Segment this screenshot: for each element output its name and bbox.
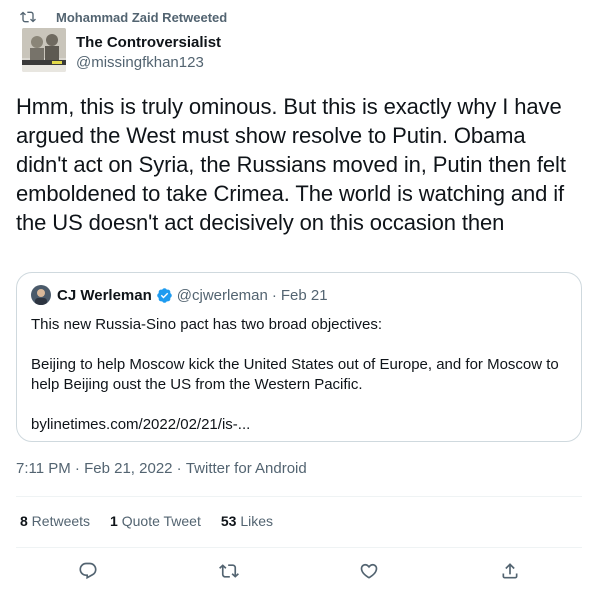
tweet-text: Hmm, this is truly ominous. But this is … <box>16 94 566 235</box>
author-handle[interactable]: @missingfkhan123 <box>76 53 221 73</box>
separator-dot: · <box>271 286 277 304</box>
retweets-label: Retweets <box>27 513 91 529</box>
likes-stat[interactable]: 53 Likes <box>221 513 273 529</box>
quote-line: Beijing to help Moscow kick the United S… <box>31 356 559 393</box>
separator-dot: · <box>70 460 85 477</box>
quote-line: This new Russia-Sino pact has two broad … <box>31 316 383 333</box>
divider <box>16 496 582 497</box>
tweet-meta: 7:11 PM · Feb 21, 2022 · Twitter for And… <box>16 460 307 477</box>
retweets-count: 8 <box>20 513 28 529</box>
tweet-time[interactable]: 7:11 PM <box>16 460 71 477</box>
likes-label: Likes <box>236 513 274 529</box>
divider <box>16 547 582 548</box>
tweet-source[interactable]: Twitter for Android <box>186 460 307 477</box>
quote-date: Feb 21 <box>280 286 328 304</box>
like-icon[interactable] <box>358 560 380 582</box>
tweet-date[interactable]: Feb 21, 2022 <box>84 460 172 477</box>
quote-header: CJ Werleman @cjwerleman · Feb 21 <box>31 285 328 305</box>
reply-icon[interactable] <box>77 560 99 582</box>
retweet-icon[interactable] <box>218 560 240 582</box>
retweet-icon <box>20 9 36 25</box>
likes-count: 53 <box>220 513 237 529</box>
action-bar <box>0 560 598 584</box>
tweet-stats: 8 Retweets 1 Quote Tweet 53 Likes <box>20 513 293 529</box>
author-name[interactable]: The Controversialist <box>76 33 221 53</box>
quote-link[interactable]: bylinetimes.com/2022/02/21/is-... <box>31 415 571 435</box>
share-icon[interactable] <box>499 560 521 582</box>
separator-dot: · <box>172 460 186 477</box>
tweet-author: The Controversialist @missingfkhan123 <box>22 28 221 73</box>
quote-tweet-card[interactable]: CJ Werleman @cjwerleman · Feb 21 This ne… <box>16 272 582 442</box>
quote-author-handle: @cjwerleman <box>176 286 268 304</box>
quote-tweets-stat[interactable]: 1 Quote Tweet <box>110 513 201 529</box>
quotes-label: Quote Tweet <box>117 513 201 529</box>
retweets-stat[interactable]: 8 Retweets <box>20 513 90 529</box>
quote-body: This new Russia-Sino pact has two broad … <box>31 315 571 435</box>
retweeter-link[interactable]: Mohammad Zaid Retweeted <box>56 10 227 25</box>
quote-author-name: CJ Werleman <box>57 286 152 304</box>
verified-badge-icon <box>156 287 173 304</box>
quote-avatar <box>31 285 51 305</box>
retweet-header: Mohammad Zaid Retweeted <box>20 8 227 26</box>
avatar[interactable] <box>22 28 66 72</box>
quotes-count: 1 <box>110 513 118 529</box>
